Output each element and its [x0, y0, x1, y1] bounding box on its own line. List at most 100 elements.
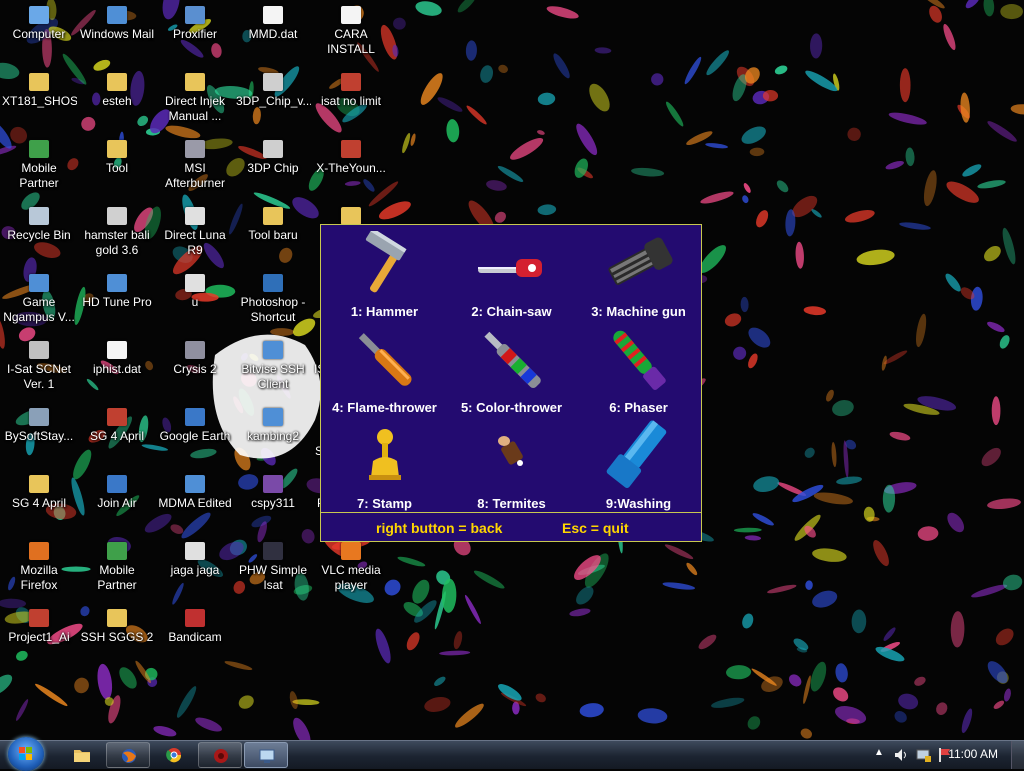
- taskbar-chrome-button[interactable]: [152, 742, 196, 768]
- tool-hammer[interactable]: 1: Hammer: [321, 225, 448, 321]
- tool-washing[interactable]: 9:Washing: [575, 417, 702, 513]
- wallpaper-shape: [535, 693, 546, 703]
- desktop-icon[interactable]: X-TheYoun...: [313, 136, 389, 198]
- desktop-icon-image: [107, 408, 127, 426]
- wallpaper-shape: [811, 209, 822, 218]
- wallpaper-shape: [498, 64, 508, 74]
- wallpaper-shape: [698, 634, 717, 650]
- wallpaper-shape: [119, 667, 137, 689]
- wallpaper-shape: [402, 132, 411, 154]
- desktop-icon[interactable]: Join Air: [79, 471, 155, 533]
- desktop-icon[interactable]: I-Sat SCNet Ver. 1: [1, 337, 77, 399]
- desktop-icon[interactable]: BySoftStay...: [1, 404, 77, 466]
- wallpaper-shape: [977, 180, 1006, 189]
- desktop-icon-image: [263, 274, 283, 292]
- phaser-icon: [612, 330, 666, 390]
- desktop-icon-image: [263, 408, 283, 426]
- desktop-icon[interactable]: Bitvise SSH Client: [235, 337, 311, 399]
- desktop-icon-label: Recycle Bin: [7, 228, 71, 242]
- desktop-icon[interactable]: XT181_SHOST: [1, 69, 77, 131]
- system-clock[interactable]: 11:00 AM: [948, 747, 998, 761]
- wallpaper-shape: [486, 180, 507, 191]
- taskbar-explorer-button[interactable]: [60, 742, 104, 768]
- desktop-icon[interactable]: Direct Luna R9: [157, 203, 233, 265]
- start-button[interactable]: [8, 737, 44, 771]
- desktop-icon[interactable]: isat no limit: [313, 69, 389, 131]
- desktop-icon-label: Game Ngampus V...: [3, 295, 75, 324]
- taskbar-active-app-button[interactable]: [244, 742, 288, 768]
- tool-stamp[interactable]: 7: Stamp: [321, 417, 448, 513]
- desktop-icon[interactable]: Mobile Partner: [1, 136, 77, 198]
- desktop-icon-image: [263, 341, 283, 359]
- desktop-icon[interactable]: Recycle Bin: [1, 203, 77, 265]
- tool-color-thrower[interactable]: 5: Color-thrower: [448, 321, 575, 417]
- tool-termites[interactable]: 8: Termites: [448, 417, 575, 513]
- tool-machine-gun[interactable]: 3: Machine gun: [575, 225, 702, 321]
- desktop-icon[interactable]: 3DP Chip: [235, 136, 311, 198]
- volume-icon[interactable]: [894, 748, 908, 762]
- desktop-icon[interactable]: Tool baru: [235, 203, 311, 265]
- show-desktop-button[interactable]: [1011, 741, 1024, 769]
- folder-icon: [74, 750, 90, 762]
- desktop-icon[interactable]: Project1_Ai: [1, 605, 77, 667]
- desktop-icon[interactable]: Mobile Partner: [79, 538, 155, 600]
- desktop-icon[interactable]: Mozilla Firefox: [1, 538, 77, 600]
- desktop-icon-image: [185, 542, 205, 560]
- desktop-icon[interactable]: esteh: [79, 69, 155, 131]
- desktop-icon[interactable]: u: [157, 270, 233, 332]
- desktop-icon[interactable]: MMD.dat: [235, 2, 311, 64]
- wallpaper-shape: [832, 400, 854, 417]
- wallpaper-shape: [424, 696, 451, 712]
- desktop-icon[interactable]: Bandicam: [157, 605, 233, 667]
- desktop-icon[interactable]: MDMA Edited: [157, 471, 233, 533]
- wallpaper-shape: [546, 6, 579, 19]
- desktop-icon[interactable]: kambing2: [235, 404, 311, 466]
- taskbar-red-app-button[interactable]: [198, 742, 242, 768]
- desktop-icon[interactable]: Direct Injek Manual ...: [157, 69, 233, 131]
- desktop-icon[interactable]: Proxifier: [157, 2, 233, 64]
- wallpaper-shape: [748, 327, 771, 348]
- desktop-icon[interactable]: jaga jaga: [157, 538, 233, 600]
- wallpaper-shape: [375, 628, 391, 664]
- wallpaper-shape: [740, 296, 749, 313]
- desktop-icon-label: SG 4 April: [11, 496, 67, 510]
- desktop-icon[interactable]: Crysis 2: [157, 337, 233, 399]
- desktop-icon-image: [29, 341, 49, 359]
- wallpaper-shape: [826, 389, 834, 402]
- desktop-icon[interactable]: Windows Mail: [79, 2, 155, 64]
- show-hidden-icon[interactable]: ▲: [874, 747, 884, 758]
- desktop-icon[interactable]: Tool: [79, 136, 155, 198]
- tool-phaser[interactable]: 6: Phaser: [575, 321, 702, 417]
- tool-chainsaw[interactable]: 2: Chain-saw: [448, 225, 575, 321]
- desktop-icon[interactable]: MSI Afterburner: [157, 136, 233, 198]
- desktop-icon[interactable]: HD Tune Pro: [79, 270, 155, 332]
- wallpaper-shape: [576, 586, 594, 605]
- tool-flame-thrower[interactable]: 4: Flame-thrower: [321, 321, 448, 417]
- desktop-icon[interactable]: SG 4 April: [79, 404, 155, 466]
- desktop-icon-image: [263, 207, 283, 225]
- desktop-icon[interactable]: Computer: [1, 2, 77, 64]
- desktop-icon[interactable]: CARA INSTALL: [313, 2, 389, 64]
- desktop-icon[interactable]: cspy311: [235, 471, 311, 533]
- wallpaper-shape: [1002, 574, 1023, 591]
- wallpaper-shape: [733, 346, 747, 360]
- desktop-icon[interactable]: SG 4 April: [1, 471, 77, 533]
- desktop-icon[interactable]: Google Earth: [157, 404, 233, 466]
- desktop-icon-image: [185, 408, 205, 426]
- desktop-icon-label: CARA INSTALL: [327, 27, 375, 56]
- tool-label: 1: Hammer: [350, 304, 419, 319]
- desktop-icon[interactable]: SSH SGGS 2: [79, 605, 155, 667]
- desktop-icon[interactable]: hamster bali gold 3.6: [79, 203, 155, 265]
- network-status-icon[interactable]: [916, 747, 932, 763]
- network-icon: [259, 749, 275, 763]
- desktop-icon[interactable]: VLC media player: [313, 538, 389, 600]
- windows-logo-icon: [19, 747, 32, 760]
- wallpaper-shape: [800, 728, 812, 739]
- desktop-icon[interactable]: 3DP_Chip_v...: [235, 69, 311, 131]
- desktop-icon[interactable]: Game Ngampus V...: [1, 270, 77, 332]
- desktop-icon[interactable]: PHW Simple Isat: [235, 538, 311, 600]
- taskbar-firefox-button[interactable]: [106, 742, 150, 768]
- desktop-icon[interactable]: Photoshop - Shortcut: [235, 270, 311, 332]
- wallpaper-shape: [813, 492, 853, 505]
- desktop-icon[interactable]: iphist.dat: [79, 337, 155, 399]
